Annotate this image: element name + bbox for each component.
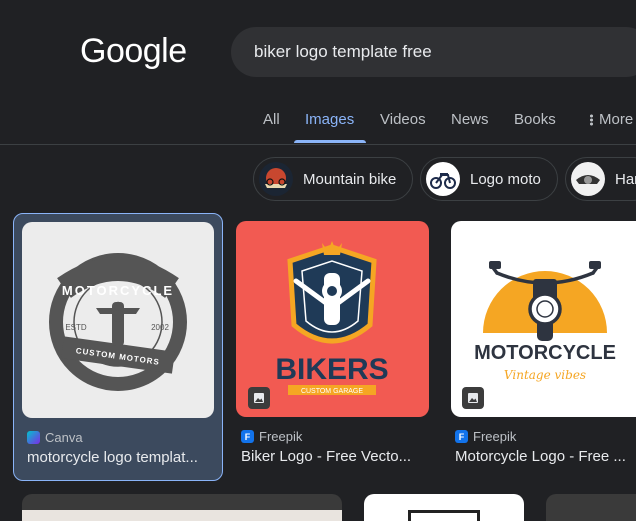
google-logo[interactable]: Google bbox=[80, 32, 187, 71]
image-type-icon bbox=[248, 387, 270, 409]
partial-image-fill bbox=[408, 510, 480, 521]
tab-books[interactable]: Books bbox=[514, 111, 556, 128]
result-title[interactable]: motorcycle logo templat... bbox=[27, 449, 213, 466]
badge-right-text: 2002 bbox=[151, 323, 169, 332]
more-vert-icon bbox=[590, 114, 593, 127]
chip-harley[interactable]: Harley bbox=[565, 157, 636, 201]
chip-label: Mountain bike bbox=[303, 170, 397, 188]
source-name: Freepik bbox=[259, 429, 303, 444]
search-tabs: All Images Videos News Books More bbox=[0, 111, 636, 144]
result-thumbnail-partial[interactable] bbox=[22, 494, 342, 521]
partial-image-fill bbox=[22, 510, 342, 521]
result-source[interactable]: Canva bbox=[27, 430, 83, 445]
chip-logo-moto[interactable]: Logo moto bbox=[420, 157, 558, 201]
result-image-motorcycle-vintage[interactable]: MOTORCYCLE Vintage vibes bbox=[451, 221, 636, 417]
canva-favicon-icon bbox=[27, 431, 40, 444]
bikers-main-text: BIKERS bbox=[275, 353, 388, 386]
freepik-favicon-icon: F bbox=[241, 430, 254, 443]
result-card-canva[interactable]: MOTORCYCLE CUSTOM MOTORS ESTD 2002 ★ Can… bbox=[13, 213, 223, 481]
tab-news[interactable]: News bbox=[451, 111, 489, 128]
chip-thumbnail-mountain-bike bbox=[259, 162, 293, 196]
freepik-favicon-icon: F bbox=[455, 430, 468, 443]
tab-videos[interactable]: Videos bbox=[380, 111, 426, 128]
tab-all[interactable]: All bbox=[263, 111, 280, 128]
result-title[interactable]: Biker Logo - Free Vecto... bbox=[241, 448, 427, 465]
tabs-divider bbox=[0, 144, 636, 145]
chip-thumbnail-harley bbox=[571, 162, 605, 196]
result-thumbnail-partial[interactable] bbox=[364, 494, 524, 521]
source-name: Canva bbox=[45, 430, 83, 445]
chip-label: Harley bbox=[615, 170, 636, 188]
search-box[interactable]: biker logo template free bbox=[231, 27, 636, 77]
result-image-motorcycle-badge[interactable]: MOTORCYCLE CUSTOM MOTORS ESTD 2002 ★ bbox=[22, 222, 214, 418]
source-name: Freepik bbox=[473, 429, 517, 444]
svg-text:★: ★ bbox=[115, 300, 121, 308]
motorcycle-sub-text: Vintage vibes bbox=[504, 368, 586, 382]
search-input[interactable]: biker logo template free bbox=[254, 42, 432, 62]
image-type-icon bbox=[462, 387, 484, 409]
result-thumbnail-partial[interactable] bbox=[546, 494, 636, 521]
result-title[interactable]: Motorcycle Logo - Free ... bbox=[455, 448, 636, 465]
result-source[interactable]: F Freepik bbox=[455, 429, 516, 444]
active-tab-indicator bbox=[294, 140, 366, 143]
result-source[interactable]: F Freepik bbox=[241, 429, 302, 444]
tab-images[interactable]: Images bbox=[305, 111, 354, 128]
tab-more[interactable]: More bbox=[590, 111, 633, 128]
chip-mountain-bike[interactable]: Mountain bike bbox=[253, 157, 413, 201]
result-image-bikers-logo[interactable]: BIKERS CUSTOM GARAGE bbox=[236, 221, 429, 417]
motorcycle-main-text: MOTORCYCLE bbox=[474, 342, 616, 364]
chip-thumbnail-logo-moto bbox=[426, 162, 460, 196]
result-card-freepik-bikers[interactable]: BIKERS CUSTOM GARAGE F Freepik Biker Log… bbox=[236, 213, 434, 481]
result-card-freepik-motorcycle[interactable]: MOTORCYCLE Vintage vibes F Freepik Motor… bbox=[451, 213, 636, 481]
badge-top-text: MOTORCYCLE bbox=[62, 283, 174, 298]
tab-more-label: More bbox=[599, 111, 634, 128]
bikers-sub-text: CUSTOM GARAGE bbox=[301, 388, 363, 395]
chip-label: Logo moto bbox=[470, 170, 541, 188]
badge-left-text: ESTD bbox=[65, 323, 87, 332]
